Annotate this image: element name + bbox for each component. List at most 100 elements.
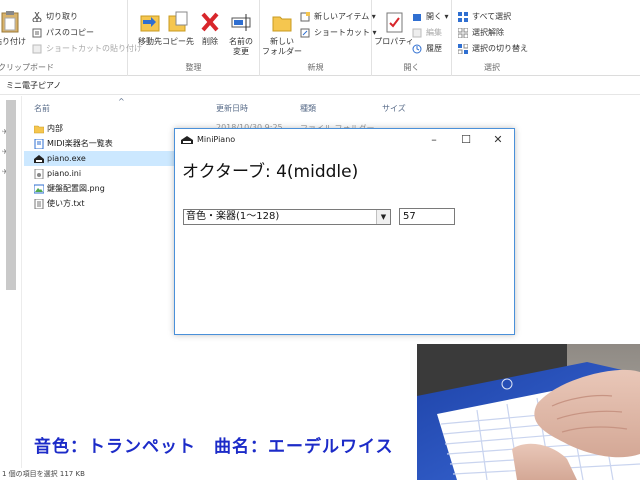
new-folder-label: 新しい フォルダー (262, 37, 302, 56)
paste-label: 貼り付け (0, 37, 26, 46)
column-name[interactable]: 名前 (34, 103, 50, 114)
history-icon (412, 44, 422, 54)
cut-button[interactable]: 切り取り (32, 10, 78, 24)
edit-button[interactable]: 編集 (412, 26, 442, 40)
keyboard-photo (417, 344, 640, 480)
paste-shortcut-icon (32, 44, 42, 54)
open-group-label: 開く (403, 63, 420, 72)
address-bar[interactable]: ミニ電子ピアノ (0, 77, 640, 95)
select-all-label: すべて選択 (472, 12, 512, 21)
file-row-selected[interactable]: piano.exe (24, 151, 180, 166)
history-label: 履歴 (426, 44, 442, 53)
copy-path-label: パスのコピー (46, 28, 94, 37)
delete-label: 削除 (202, 37, 218, 46)
select-group-label: 選択 (484, 63, 500, 72)
copy-path-button[interactable]: パスのコピー (32, 26, 94, 40)
delete-x-icon (199, 10, 221, 34)
clipboard-icon (0, 10, 21, 34)
select-none-label: 選択解除 (472, 28, 504, 37)
keyboard-camera-overlay (417, 344, 640, 480)
status-text: 1 個の項目を選択 117 KB (2, 470, 85, 478)
copy-folder-icon (167, 10, 189, 34)
column-type[interactable]: 種類 (300, 103, 316, 114)
rename-button[interactable]: 名前の 変更 (222, 10, 260, 57)
file-row[interactable]: piano.ini (30, 166, 180, 181)
select-all-icon (458, 12, 468, 22)
select-none-button[interactable]: 選択解除 (457, 26, 504, 40)
column-size[interactable]: サイズ (382, 103, 406, 114)
organize-group: 移動先 コピー先 削除 名前の 変更 整理 (128, 0, 260, 76)
sort-arrow-icon: ^ (118, 97, 125, 106)
image-file-icon (33, 184, 45, 194)
file-name: MIDI楽器名一覧表 (47, 139, 113, 148)
piano-app-icon (181, 135, 193, 147)
shortcut-label: ショートカット (314, 28, 370, 37)
breadcrumb-path[interactable]: ミニ電子ピアノ (6, 81, 61, 90)
chevron-down-icon[interactable]: ▼ (376, 210, 390, 224)
instrument-number-field[interactable]: 57 (399, 208, 455, 225)
file-name: piano.exe (47, 154, 86, 163)
copy-to-label: コピー先 (162, 37, 194, 46)
open-group: プロパティ 開く ▾ 編集 履歴 開く (372, 0, 452, 76)
file-name: 使い方.txt (47, 199, 85, 208)
copy-path-icon (32, 28, 42, 38)
instrument-select-value: 音色・楽器(1〜128) (186, 211, 280, 222)
shortcut-button[interactable]: ショートカット ▾ (300, 26, 377, 40)
column-date[interactable]: 更新日時 (216, 103, 248, 114)
maximize-button[interactable]: ☐ (450, 129, 482, 151)
minipiano-window: MiniPiano – ☐ ✕ オクターブ: 4(middle) 音色・楽器(1… (174, 128, 515, 335)
open-icon (412, 12, 422, 22)
shortcut-icon (300, 28, 310, 38)
file-row[interactable]: 内部 (30, 121, 180, 136)
invert-selection-label: 選択の切り替え (472, 44, 528, 53)
properties-label: プロパティ (374, 37, 414, 46)
folder-icon (33, 124, 45, 134)
properties-button[interactable]: プロパティ (374, 10, 414, 47)
rename-label: 名前の 変更 (229, 37, 253, 56)
file-row[interactable]: 使い方.txt (30, 196, 180, 211)
paste-shortcut-button[interactable]: ショートカットの貼り付け (32, 42, 142, 56)
rename-icon (230, 10, 252, 34)
octave-label: オクターブ: 4(middle) (182, 162, 359, 182)
history-button[interactable]: 履歴 (412, 42, 442, 56)
file-name: 内部 (47, 124, 63, 133)
document-icon (34, 138, 44, 150)
invert-selection-icon (457, 43, 469, 55)
properties-icon (383, 10, 405, 34)
select-all-button[interactable]: すべて選択 (458, 10, 511, 24)
minimize-button[interactable]: – (418, 129, 450, 151)
organize-group-label: 整理 (185, 63, 202, 72)
piano-app-icon (34, 154, 44, 164)
select-none-icon (457, 27, 469, 39)
select-group: すべて選択 選択解除 選択の切り替え 選択 (452, 0, 532, 76)
open-label: 開く (426, 12, 442, 21)
column-header: 名前 ^ 更新日時 種類 サイズ (30, 97, 510, 116)
ribbon: 貼り付け 切り取り パスのコピー ショートカットの貼り付け クリップボード 移動… (0, 0, 640, 76)
video-caption: 音色：トランペット 曲名：エーデルワイス (34, 437, 394, 457)
text-file-icon (34, 198, 44, 210)
minipiano-titlebar[interactable]: MiniPiano – ☐ ✕ (175, 129, 514, 153)
instrument-select[interactable]: 音色・楽器(1〜128) ▼ (183, 209, 391, 225)
file-row[interactable]: 鍵盤配置図.png (30, 181, 180, 196)
new-group: 新しい フォルダー 新しいアイテム ▾ ショートカット ▾ 新規 (260, 0, 377, 76)
file-name: piano.ini (47, 169, 82, 178)
paste-button[interactable]: 貼り付け (0, 10, 28, 47)
new-item-button[interactable]: 新しいアイテム ▾ (300, 10, 376, 24)
file-row[interactable]: MIDI楽器名一覧表 (30, 136, 180, 151)
cut-label: 切り取り (46, 12, 78, 21)
scissors-icon (32, 11, 42, 23)
instrument-number-value: 57 (403, 211, 416, 222)
clipboard-group-label: クリップボード (0, 63, 54, 72)
window-title: MiniPiano (197, 135, 236, 144)
new-group-label: 新規 (307, 63, 324, 72)
close-button[interactable]: ✕ (482, 129, 514, 151)
ini-file-icon (34, 168, 44, 180)
new-folder-button[interactable]: 新しい フォルダー (262, 10, 302, 57)
new-item-label: 新しいアイテム (314, 12, 370, 21)
new-folder-icon (271, 10, 293, 34)
invert-selection-button[interactable]: 選択の切り替え (457, 42, 528, 56)
nav-scrollbar-thumb[interactable] (6, 100, 16, 290)
open-button[interactable]: 開く ▾ (412, 10, 449, 24)
file-name: 鍵盤配置図.png (47, 184, 105, 193)
clipboard-group: 貼り付け 切り取り パスのコピー ショートカットの貼り付け クリップボード (0, 0, 142, 76)
